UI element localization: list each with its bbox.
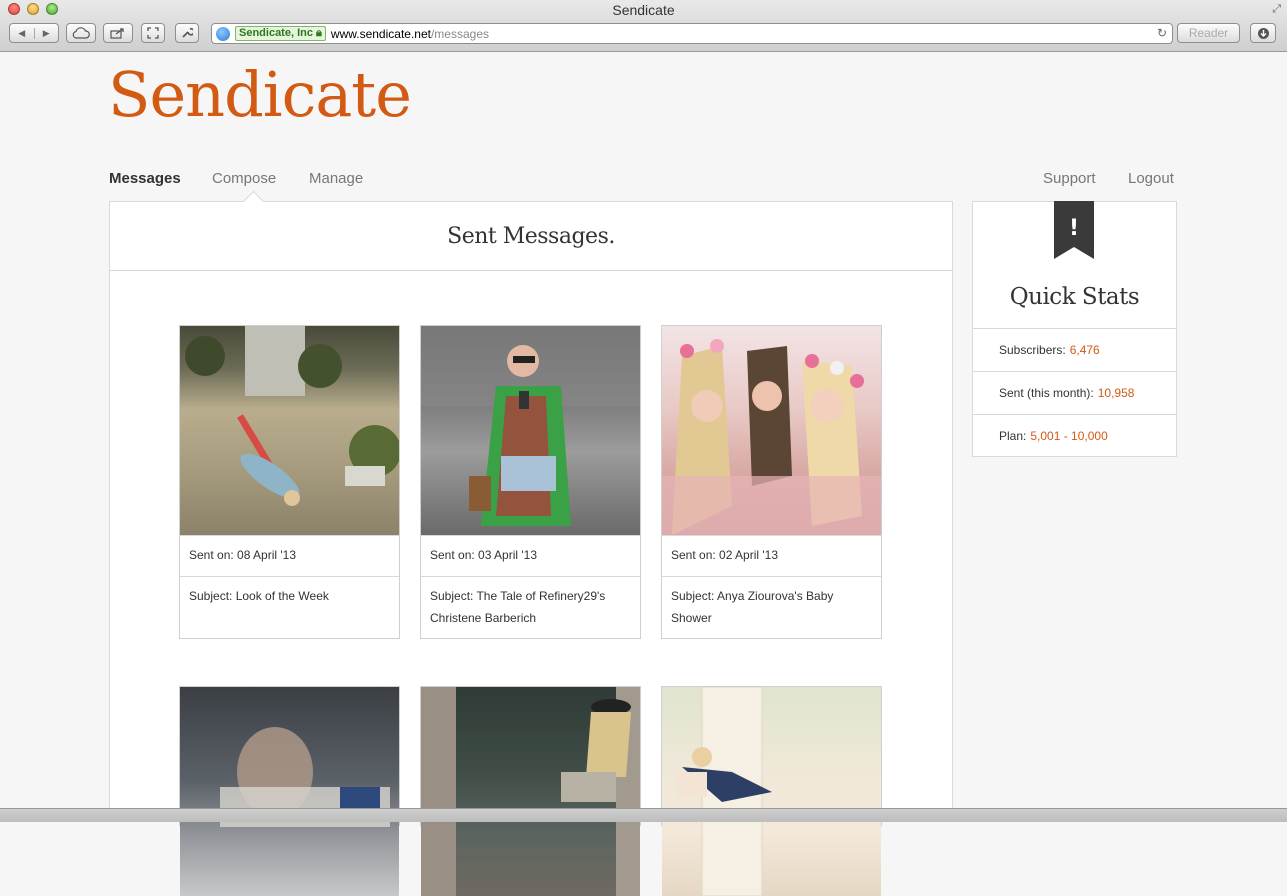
- expand-icon: [147, 27, 159, 39]
- ev-certificate-badge[interactable]: Sendicate, Inc 🔒︎: [235, 26, 326, 41]
- share-icon: [110, 28, 124, 39]
- message-card[interactable]: Sent on: 02 April '13 Subject: Anya Ziou…: [661, 325, 882, 639]
- globe-icon: [216, 26, 230, 41]
- stat-plan: Plan: 5,001 - 10,000: [973, 414, 1176, 457]
- window-title: Sendicate: [612, 2, 675, 18]
- nav-messages[interactable]: Messages: [109, 170, 181, 187]
- message-subject: Subject: Anya Ziourova's Baby Shower: [662, 576, 881, 638]
- message-card[interactable]: [420, 686, 641, 896]
- stat-subscribers: Subscribers: 6,476: [973, 328, 1176, 371]
- quick-stats-panel: ! Quick Stats Subscribers: 6,476 Sent (t…: [972, 201, 1177, 457]
- cloud-icon: [72, 27, 90, 39]
- message-card[interactable]: [179, 686, 400, 896]
- lock-icon: 🔒︎: [316, 27, 322, 39]
- reading-list-button[interactable]: [141, 23, 165, 43]
- address-bar[interactable]: Sendicate, Inc 🔒︎ www.sendicate.net/mess…: [211, 23, 1173, 44]
- reload-icon[interactable]: ↻: [1157, 26, 1167, 40]
- sent-messages-panel: Sent Messages. Sent on: 08 April '13 Sub…: [109, 190, 953, 896]
- message-subject: Subject: The Tale of Refinery29's Christ…: [421, 576, 640, 638]
- message-thumbnail[interactable]: [421, 687, 640, 896]
- nav-logout[interactable]: Logout: [1128, 170, 1174, 187]
- alert-ribbon-glyph: !: [1069, 216, 1079, 241]
- nav-compose[interactable]: Compose: [212, 170, 276, 187]
- alert-ribbon-icon: !: [1054, 201, 1094, 259]
- stat-value: 10,958: [1097, 386, 1135, 400]
- back-button[interactable]: ◀: [10, 27, 35, 39]
- icloud-tabs-button[interactable]: [66, 23, 96, 43]
- message-thumbnail[interactable]: [180, 687, 399, 896]
- sent-date: Sent on: 02 April '13: [662, 535, 881, 576]
- site-logo[interactable]: Sendicate: [108, 58, 412, 131]
- settings-button[interactable]: [175, 23, 199, 43]
- message-thumbnail[interactable]: [421, 326, 640, 535]
- message-card[interactable]: [661, 686, 882, 896]
- url-path: /messages: [430, 26, 489, 41]
- sent-date: Sent on: 08 April '13: [180, 535, 399, 576]
- ev-certificate-label: Sendicate, Inc: [239, 27, 313, 39]
- quick-stats-title: Quick Stats: [1009, 284, 1140, 310]
- wrench-icon: [182, 28, 193, 38]
- browser-toolbar: Sendicate ⤢ ◀ ▶ Sendicate, Inc 🔒︎ www.se…: [0, 0, 1287, 52]
- message-thumbnail[interactable]: [180, 326, 399, 535]
- back-forward-buttons: ◀ ▶: [9, 23, 59, 43]
- message-card[interactable]: Sent on: 08 April '13 Subject: Look of t…: [179, 325, 400, 639]
- stat-label: Subscribers:: [999, 343, 1066, 357]
- sent-date: Sent on: 03 April '13: [421, 535, 640, 576]
- panel-title: Sent Messages.: [110, 202, 952, 271]
- browser-status-bar: [0, 808, 1287, 822]
- nav-support[interactable]: Support: [1043, 170, 1096, 187]
- message-thumbnail[interactable]: [662, 326, 881, 535]
- message-card[interactable]: Sent on: 03 April '13 Subject: The Tale …: [420, 325, 641, 639]
- fullscreen-arrows-icon[interactable]: ⤢: [1272, 3, 1281, 16]
- stat-label: Plan:: [999, 429, 1027, 443]
- message-thumbnail[interactable]: [662, 687, 881, 896]
- stat-value: 6,476: [1069, 343, 1100, 357]
- nav-manage[interactable]: Manage: [309, 170, 363, 187]
- forward-button[interactable]: ▶: [35, 28, 59, 39]
- stat-sent-this-month: Sent (this month): 10,958: [973, 371, 1176, 414]
- stat-value: 5,001 - 10,000: [1030, 429, 1108, 443]
- download-icon: [1257, 27, 1269, 39]
- downloads-button[interactable]: [1250, 23, 1276, 43]
- reader-button[interactable]: Reader: [1177, 23, 1240, 43]
- url-host: www.sendicate.net: [330, 26, 431, 41]
- share-button[interactable]: [103, 23, 133, 43]
- message-subject: Subject: Look of the Week: [180, 576, 399, 638]
- stat-label: Sent (this month):: [999, 386, 1094, 400]
